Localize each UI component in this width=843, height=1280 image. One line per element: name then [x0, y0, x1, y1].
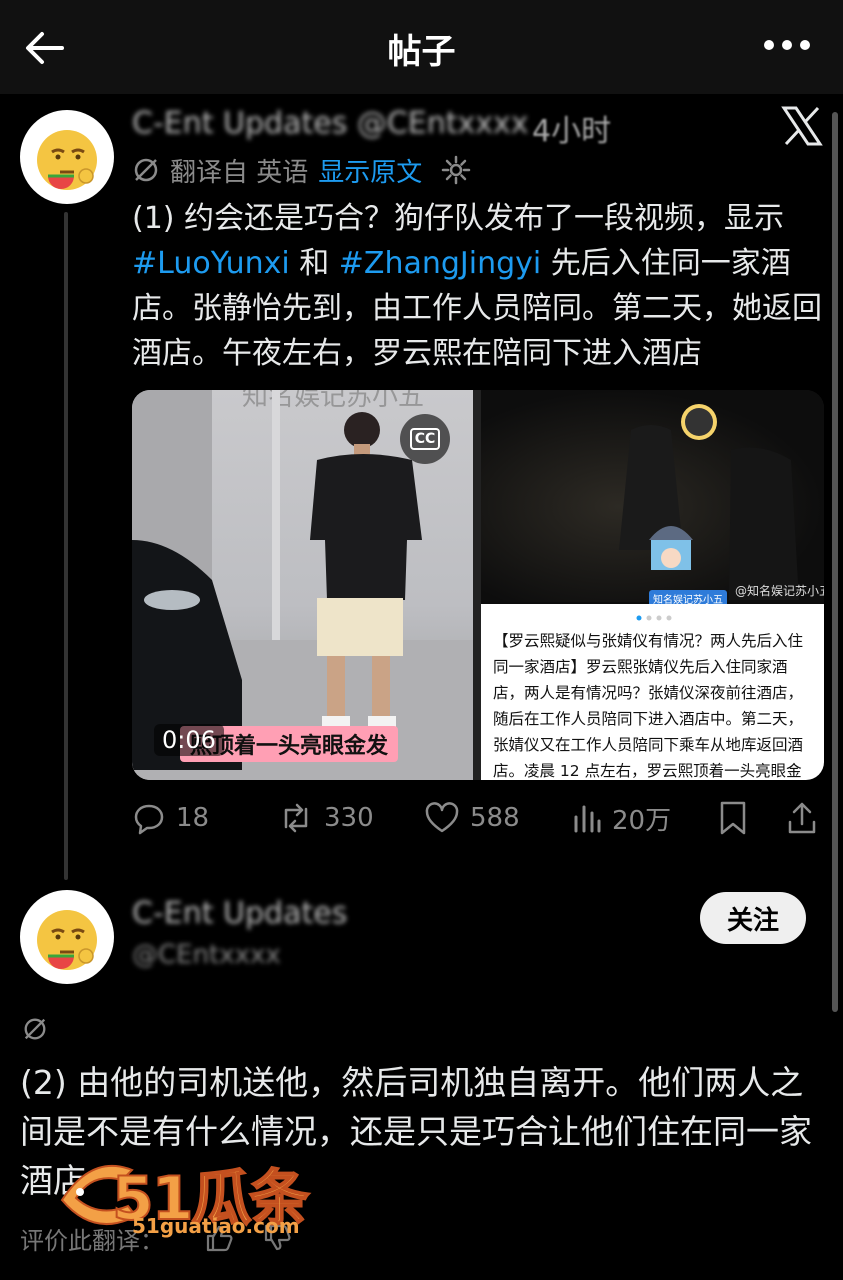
- view-count: 20万: [612, 805, 672, 836]
- author-handle-blurred[interactable]: @CEntxxxx: [132, 940, 281, 970]
- thread-line: [64, 212, 68, 880]
- reply-icon: [134, 804, 164, 835]
- like-count: 588: [470, 803, 520, 833]
- translate-icon: [134, 158, 158, 182]
- like-button[interactable]: 588: [424, 796, 520, 840]
- media-gallery[interactable]: 知名娱记苏小五 CC 熙顶着一头亮眼金发 0:06 知名娱记苏小五 @知名娱记苏…: [132, 390, 824, 780]
- post-actions: 18 330 588 20万: [132, 796, 832, 840]
- post-text-part: (1) 约会还是巧合？狗仔队发布了一段视频，显示: [132, 201, 785, 236]
- translate-icon: [24, 1018, 46, 1040]
- video-thumbnail[interactable]: 知名娱记苏小五 CC 熙顶着一头亮眼金发 0:06: [132, 390, 473, 780]
- article-text: 【罗云熙疑似与张婧仪有情况？两人先后入住同一家酒店】罗云熙张婧仪先后入住同家酒店…: [481, 604, 824, 780]
- repost-count: 330: [324, 803, 374, 833]
- captions-label: CC: [409, 428, 441, 450]
- site-watermark-url: 51guatiao.com: [132, 1214, 300, 1238]
- follow-button[interactable]: 关注: [700, 892, 806, 944]
- views-button[interactable]: 20万: [572, 796, 671, 840]
- post-text-part: 和: [289, 246, 339, 281]
- avatar[interactable]: [20, 890, 114, 984]
- show-original-link[interactable]: 显示原文: [318, 152, 422, 189]
- author-name-blurred[interactable]: C-Ent Updates: [132, 896, 347, 931]
- post-text: (1) 约会还是巧合？狗仔队发布了一段视频，显示 #LuoYunxi 和 #Zha…: [132, 196, 832, 376]
- post-time: 4小时: [532, 114, 612, 149]
- photo-watermark: @知名娱记苏小五: [735, 584, 824, 598]
- avatar[interactable]: [20, 110, 114, 204]
- top-bar: 帖子: [0, 0, 843, 94]
- repost-button[interactable]: 330: [278, 796, 374, 840]
- scrollbar[interactable]: [832, 112, 838, 1012]
- reply-button[interactable]: 18: [132, 796, 209, 840]
- translation-row: 翻译自 英语 显示原文: [132, 150, 472, 190]
- views-chart-icon: [574, 805, 601, 833]
- bookmark-icon[interactable]: [718, 800, 748, 836]
- gear-icon[interactable]: [440, 154, 472, 186]
- emoji-avatar-icon: [37, 910, 97, 970]
- heart-icon: [425, 802, 459, 833]
- carousel-dots: [636, 615, 672, 621]
- hashtag-link[interactable]: #ZhangJingyi: [339, 246, 541, 281]
- photo-scene: [619, 404, 799, 600]
- translation-info: 翻译自 英语: [170, 157, 309, 188]
- x-logo-icon: [781, 106, 823, 146]
- page-title: 帖子: [387, 32, 456, 72]
- video-duration: 0:06: [154, 724, 224, 756]
- repost-icon: [284, 803, 308, 833]
- author-name-blurred[interactable]: C-Ent Updates @CEntxxxx: [132, 106, 529, 141]
- more-options-icon[interactable]: [761, 30, 813, 60]
- image-thumbnail[interactable]: 知名娱记苏小五 @知名娱记苏小五 【罗云熙疑似与张婧仪有情况？两人先后入住同一家…: [481, 390, 824, 780]
- reply-count: 18: [176, 803, 210, 833]
- hashtag-link[interactable]: #LuoYunxi: [132, 246, 290, 281]
- captions-button[interactable]: CC: [400, 414, 450, 464]
- photo-area: [481, 390, 824, 602]
- emoji-avatar-icon: [37, 130, 97, 190]
- share-icon[interactable]: [786, 800, 818, 836]
